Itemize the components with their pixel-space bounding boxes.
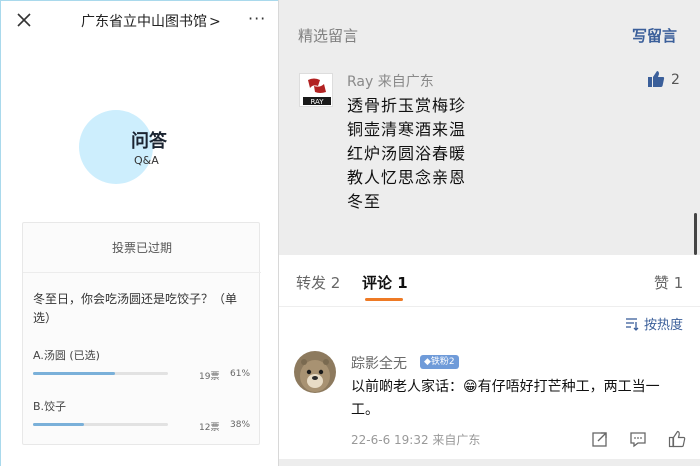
tab-comment[interactable]: 评论 1: [362, 272, 408, 293]
avatar[interactable]: RAY: [299, 73, 333, 107]
featured-comment-text: 透骨折玉赏梅珍 铜壶清寒酒来温 红炉汤圆浴春暖 教人忆思念亲恩 冬至: [347, 94, 487, 214]
vote-option-percent: 61%: [230, 369, 251, 379]
chevron-right-icon: >: [209, 14, 221, 30]
active-tab-indicator: [365, 298, 403, 301]
fan-badge: ◆铁粉2: [420, 355, 459, 369]
thumbs-up-icon[interactable]: [647, 70, 665, 88]
bottom-divider: [279, 459, 700, 466]
comments-pane: 精选留言 写留言 RAY Ray 来自广东 2 透骨折玉赏梅珍 铜壶清寒酒来温 …: [278, 0, 700, 466]
vote-question: 冬至日，你会吃汤圆还是吃饺子？（单选）: [33, 292, 238, 325]
sort-by-hot-button[interactable]: 按热度: [644, 314, 683, 333]
comment-line: 教人忆思念亲恩: [347, 168, 467, 187]
vote-status: 投票已过期: [23, 223, 261, 273]
vote-option-percent: 38%: [230, 420, 251, 430]
qa-heading: 问答: [131, 131, 167, 152]
vote-card: 投票已过期 冬至日，你会吃汤圆还是吃饺子？（单选） A.汤圆 (已选) 19票 …: [22, 222, 261, 445]
comment-line: 红炉汤圆浴春暖: [347, 144, 467, 163]
otter-avatar-icon: [294, 351, 336, 393]
sort-icon[interactable]: [625, 317, 639, 331]
vote-option-count: 12票: [199, 423, 220, 433]
article-body: 问答 Q&A 投票已过期 冬至日，你会吃汤圆还是吃饺子？（单选） A.汤圆 (已…: [1, 41, 279, 467]
diamond-icon: ◆: [424, 357, 431, 367]
write-comment-button[interactable]: 写留言: [632, 25, 677, 46]
vote-option-fill: [33, 423, 85, 426]
close-icon[interactable]: [14, 10, 34, 30]
reply-icon[interactable]: [629, 430, 647, 448]
avatar[interactable]: [294, 351, 336, 393]
fan-badge-label: 铁粉2: [430, 357, 455, 367]
comment-author[interactable]: 踪影全无: [351, 353, 407, 373]
vote-option-label[interactable]: B.饺子: [33, 398, 66, 414]
comment-line: 透骨折玉赏梅珍: [347, 96, 467, 115]
qa-subheading: Q&A: [134, 154, 159, 167]
comment-meta: 22-6-6 19:32 来自广东: [351, 433, 481, 447]
account-title[interactable]: 广东省立中山图书馆 >: [81, 11, 221, 31]
tab-like[interactable]: 赞 1: [654, 272, 683, 293]
comment-line: 铜壶清寒酒来温: [347, 120, 467, 139]
vote-option-bar: [33, 423, 168, 426]
section-title: 精选留言: [298, 27, 359, 45]
comment-text: 以前啲老人家话：😁有仔唔好打芒种工，两工当一工。: [351, 379, 660, 418]
like-count: 2: [671, 72, 680, 88]
featured-comments-section: 精选留言 写留言 RAY Ray 来自广东 2 透骨折玉赏梅珍 铜壶清寒酒来温 …: [279, 0, 700, 255]
comment-tabs: 转发 2 评论 1 赞 1: [279, 255, 700, 307]
article-header: 广东省立中山图书馆 > ···: [1, 1, 279, 41]
vote-option-fill: [33, 372, 116, 375]
vote-option-label[interactable]: A.汤圆 (已选): [33, 347, 100, 363]
ray-logo-text: RAY: [310, 98, 324, 106]
comment-author[interactable]: Ray 来自广东: [347, 71, 434, 91]
vote-option-count: 19票: [199, 372, 220, 382]
scrollbar[interactable]: [694, 213, 697, 255]
comment-line: 冬至: [347, 192, 382, 211]
article-pane: 广东省立中山图书馆 > ··· 问答 Q&A 投票已过期 冬至日，你会吃汤圆还是吃…: [0, 0, 279, 467]
share-icon[interactable]: [591, 430, 609, 448]
more-icon[interactable]: ···: [248, 9, 266, 28]
thumbs-up-icon[interactable]: [668, 430, 686, 448]
account-name: 广东省立中山图书馆: [81, 14, 207, 30]
ray-logo-icon: RAY: [300, 74, 332, 106]
vote-option-bar: [33, 372, 168, 375]
tab-forward[interactable]: 转发 2: [296, 272, 340, 293]
